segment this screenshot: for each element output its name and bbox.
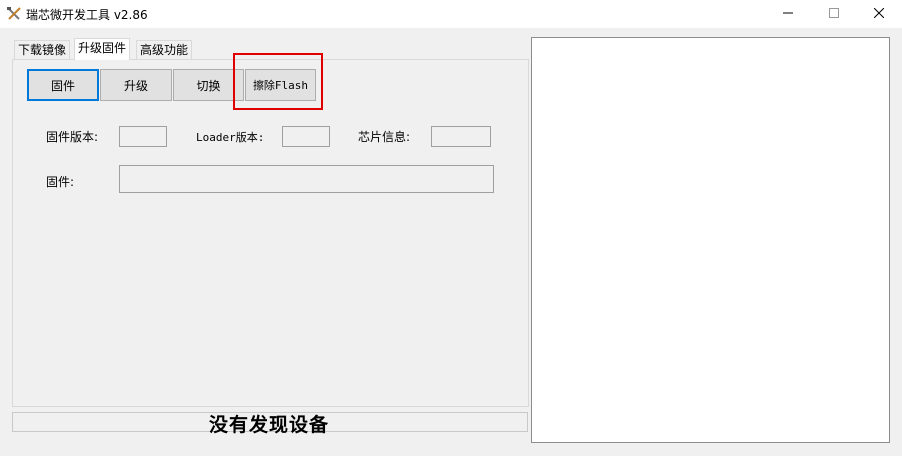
minimize-button[interactable]	[765, 0, 811, 28]
chip-info-label: 芯片信息:	[358, 130, 411, 144]
maximize-icon	[829, 7, 839, 21]
loader-version-field	[282, 126, 330, 147]
tab-label: 下载镜像	[18, 43, 67, 57]
device-status-text: 没有发现设备	[209, 414, 330, 436]
crossed-tools-icon	[6, 6, 22, 22]
loader-version-label: Loader版本:	[196, 131, 265, 144]
minimize-icon	[783, 7, 793, 21]
maximize-button[interactable]	[811, 0, 857, 28]
close-button[interactable]	[856, 0, 902, 28]
annotation-highlight-box	[233, 53, 323, 110]
firmware-path-field	[119, 165, 494, 193]
chip-info-field	[431, 126, 491, 147]
firmware-button-label: 固件	[50, 78, 75, 93]
firmware-version-label: 固件版本:	[46, 130, 99, 144]
tab-label: 高级功能	[140, 43, 189, 57]
upgrade-button[interactable]: 升级	[100, 69, 172, 101]
firmware-button[interactable]: 固件	[27, 69, 99, 101]
firmware-path-label: 固件:	[46, 175, 75, 189]
tab-download-image[interactable]: 下载镜像	[14, 40, 71, 59]
tab-label: 升级固件	[78, 41, 127, 55]
tab-upgrade-firmware[interactable]: 升级固件	[74, 38, 131, 60]
upgrade-firmware-panel	[12, 59, 529, 407]
tab-advanced[interactable]: 高级功能	[136, 40, 193, 59]
window-title: 瑞芯微开发工具 v2.86	[26, 8, 148, 22]
title-bar: 瑞芯微开发工具 v2.86	[0, 0, 902, 28]
close-icon	[873, 7, 885, 21]
log-output-area[interactable]	[531, 37, 890, 443]
upgrade-button-label: 升级	[123, 78, 148, 93]
switch-button-label: 切换	[196, 78, 221, 93]
firmware-version-field	[119, 126, 167, 147]
